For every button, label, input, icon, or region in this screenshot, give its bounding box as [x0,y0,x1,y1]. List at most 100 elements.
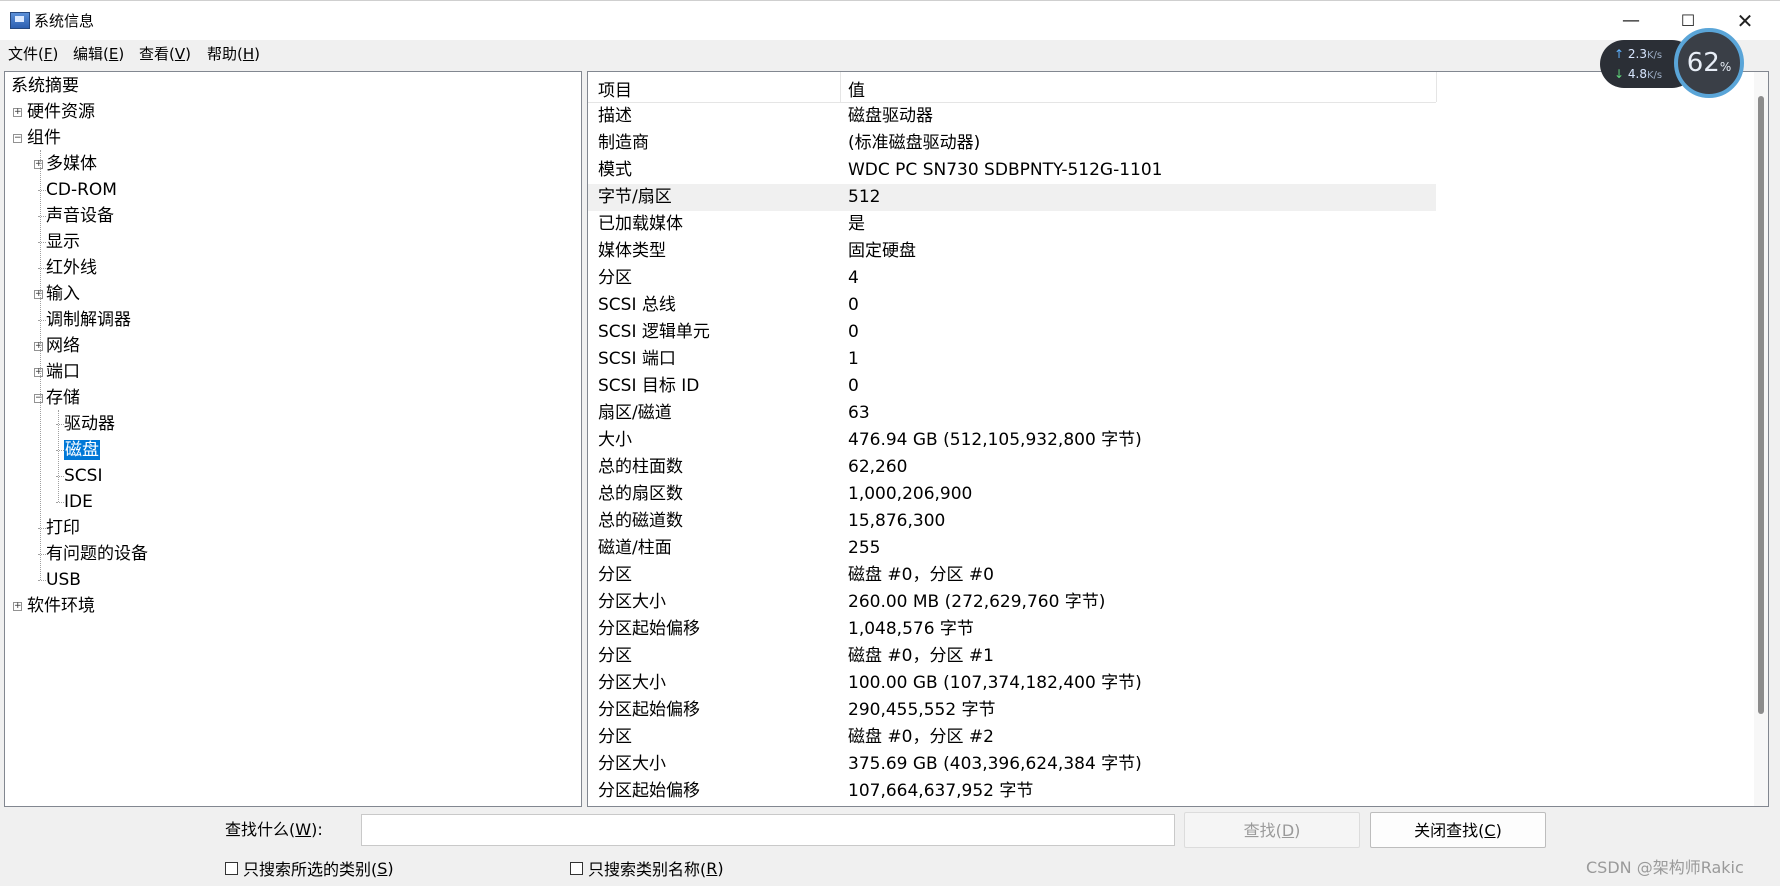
list-row[interactable]: SCSI 端口 1 [588,346,1436,373]
list-row[interactable]: 分区大小 375.69 GB (403,396,624,384 字节) [588,751,1436,778]
item-value: 是 [848,214,865,234]
tree-item[interactable]: 显示 [46,230,80,254]
tree-item[interactable]: 硬件资源 [27,100,95,124]
tree-item-label: IDE [64,492,93,512]
menu-help[interactable]: 帮助(H) [207,43,260,64]
list-row[interactable]: SCSI 逻辑单元 0 [588,319,1436,346]
list-row[interactable]: 模式 WDC PC SN730 SDBPNTY-512G-1101 [588,157,1436,184]
list-row[interactable]: 总的磁道数 15,876,300 [588,508,1436,535]
tree-item[interactable]: 磁盘 [64,438,100,462]
collapse-icon[interactable]: − [34,394,43,403]
tree-item-label: 磁盘 [64,440,100,460]
tree-item[interactable]: USB [46,568,81,592]
expand-icon[interactable]: + [34,290,43,299]
expand-icon[interactable]: + [13,602,22,611]
tree-item-label: 显示 [46,232,80,252]
list-row[interactable]: SCSI 总线 0 [588,292,1436,319]
window-title: 系统信息 [34,12,95,30]
tree-item-label: 端口 [46,362,80,382]
network-speed-widget[interactable]: ↑ 2.3K/s ↓ 4.8K/s 62% [1600,28,1748,98]
tree-item[interactable]: 组件 [27,126,61,150]
menu-file[interactable]: 文件(F) [8,43,58,64]
item-name: 分区 [598,268,632,288]
list-row[interactable]: 分区大小 100.00 GB (107,374,182,400 字节) [588,670,1436,697]
item-value: 0 [848,322,859,342]
item-value: 磁盘 #0，分区 #0 [848,565,994,585]
menu-edit[interactable]: 编辑(E) [73,43,124,64]
vertical-scrollbar[interactable] [1754,72,1768,806]
list-row[interactable]: 分区 磁盘 #0，分区 #1 [588,643,1436,670]
search-selected-category-checkbox[interactable]: 只搜索所选的类别(S) [225,856,394,880]
item-name: 媒体类型 [598,241,666,261]
item-value: 255 [848,538,881,558]
list-row[interactable]: 已加载媒体 是 [588,211,1436,238]
tree-item[interactable]: CD-ROM [46,178,117,202]
item-value: 磁盘驱动器 [848,106,933,126]
list-row[interactable]: 分区大小 260.00 MB (272,629,760 字节) [588,589,1436,616]
list-row[interactable]: 制造商 (标准磁盘驱动器) [588,130,1436,157]
list-row[interactable]: 媒体类型 固定硬盘 [588,238,1436,265]
tree-item[interactable]: 输入 [46,282,80,306]
list-row[interactable]: 扇区/磁道 63 [588,400,1436,427]
item-name: 总的柱面数 [598,457,683,477]
list-row[interactable]: 磁道/柱面 255 [588,535,1436,562]
tree-item[interactable]: 调制解调器 [46,308,131,332]
list-row[interactable]: 分区 4 [588,265,1436,292]
header-value[interactable]: 值 [848,76,865,101]
tree-item[interactable]: 声音设备 [46,204,114,228]
expand-icon[interactable]: + [34,368,43,377]
expand-icon[interactable]: + [34,342,43,351]
checkbox-box[interactable] [570,861,583,875]
list-row[interactable]: SCSI 目标 ID 0 [588,373,1436,400]
item-value: 63 [848,403,870,423]
search-category-names-checkbox[interactable]: 只搜索类别名称(R) [570,856,724,880]
collapse-icon[interactable]: − [13,134,22,143]
expand-icon[interactable]: + [13,108,22,117]
category-tree[interactable]: 系统摘要 硬件资源 + 组件 − 多媒体 + CD-ROM 声音设备 显示 红外线 输入 + 调制解调器网… [4,71,582,807]
item-value: 0 [848,295,859,315]
list-row[interactable]: 分区起始偏移 107,664,637,952 字节 [588,778,1436,805]
tree-item[interactable]: 打印 [46,516,80,540]
list-row[interactable]: 总的扇区数 1,000,206,900 [588,481,1436,508]
list-row[interactable]: 分区 磁盘 #0，分区 #2 [588,724,1436,751]
item-name: SCSI 总线 [598,295,676,315]
item-name: 分区 [598,565,632,585]
list-row[interactable]: 描述 磁盘驱动器 [588,103,1436,130]
tree-item[interactable]: 有问题的设备 [46,542,148,566]
expand-icon[interactable]: + [34,160,43,169]
header-item[interactable]: 项目 [598,76,632,101]
tree-item-label: 网络 [46,336,80,356]
watermark-text: CSDN @架构师Rakic [1586,858,1744,877]
list-row[interactable]: 总的柱面数 62,260 [588,454,1436,481]
tree-item[interactable]: 红外线 [46,256,97,280]
list-row[interactable]: 大小 476.94 GB (512,105,932,800 字节) [588,427,1436,454]
list-row[interactable]: 分区起始偏移 1,048,576 字节 [588,616,1436,643]
tree-item[interactable]: IDE [64,490,93,514]
details-list[interactable]: 项目 值 描述 磁盘驱动器 制造商 (标准磁盘驱动器) 模式 WDC PC SN730 S… [587,71,1769,807]
item-name: 扇区/磁道 [598,403,672,423]
close-find-button[interactable]: 关闭查找(C) [1370,812,1546,848]
checkbox-box[interactable] [225,861,238,875]
list-row[interactable]: 分区起始偏移 290,455,552 字节 [588,697,1436,724]
tree-item-label: 软件环境 [27,596,95,616]
list-row[interactable]: 分区 磁盘 #0，分区 #0 [588,562,1436,589]
tree-item[interactable]: 系统摘要 [11,74,79,98]
item-value: 100.00 GB (107,374,182,400 字节) [848,673,1142,693]
find-button[interactable]: 查找(D) [1184,812,1360,848]
tree-item[interactable]: SCSI [64,464,102,488]
scrollbar-thumb[interactable] [1758,96,1764,714]
tree-item[interactable]: 驱动器 [64,412,115,436]
menu-view[interactable]: 查看(V) [139,43,191,64]
item-value: 476.94 GB (512,105,932,800 字节) [848,430,1142,450]
tree-item[interactable]: 网络 [46,334,80,358]
item-name: SCSI 逻辑单元 [598,322,710,342]
list-row[interactable]: 字节/扇区 512 [588,184,1436,211]
tree-item[interactable]: 端口 [46,360,80,384]
tree-item[interactable]: 多媒体 [46,152,97,176]
find-input[interactable] [361,814,1175,846]
header-divider[interactable] [840,72,841,102]
tree-item-label: 输入 [46,284,80,304]
tree-item[interactable]: 存储 [46,386,80,410]
header-divider[interactable] [1436,72,1437,102]
tree-item[interactable]: 软件环境 [27,594,95,618]
